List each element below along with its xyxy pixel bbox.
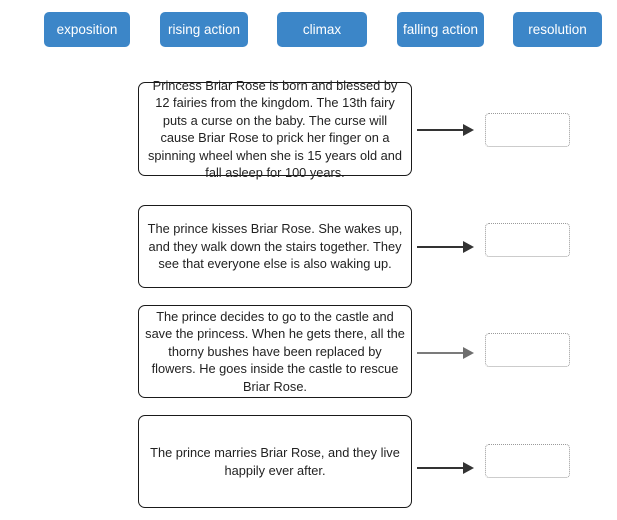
arrow-icon — [417, 240, 477, 254]
drop-target[interactable] — [485, 113, 570, 147]
arrow-shaft — [417, 467, 467, 469]
draggable-tag-rising-action[interactable]: rising action — [160, 12, 248, 47]
arrow-head — [463, 123, 474, 136]
draggable-tag-climax[interactable]: climax — [277, 12, 367, 47]
arrow-shaft — [417, 129, 467, 131]
drop-target[interactable] — [485, 444, 570, 478]
match-row: The prince kisses Briar Rose. She wakes … — [0, 205, 617, 295]
description-text: Princess Briar Rose is born and blessed … — [148, 77, 402, 181]
description-text: The prince marries Briar Rose, and they … — [150, 445, 400, 478]
match-row: The prince decides to go to the castle a… — [0, 305, 617, 405]
arrow-shaft — [417, 246, 467, 248]
match-row: The prince marries Briar Rose, and they … — [0, 415, 617, 515]
arrow-icon — [417, 123, 477, 137]
description-box: The prince decides to go to the castle a… — [138, 305, 412, 398]
description-box: The prince marries Briar Rose, and they … — [138, 415, 412, 508]
description-box: The prince kisses Briar Rose. She wakes … — [138, 205, 412, 288]
arrow-head — [463, 240, 474, 253]
arrow-head — [463, 346, 474, 359]
arrow-shaft — [417, 352, 467, 354]
draggable-tag-exposition[interactable]: exposition — [44, 12, 130, 47]
arrow-icon — [417, 346, 477, 360]
match-row: Princess Briar Rose is born and blessed … — [0, 78, 617, 182]
description-box: Princess Briar Rose is born and blessed … — [138, 78, 412, 180]
description-text: The prince kisses Briar Rose. She wakes … — [147, 221, 403, 272]
draggable-tag-resolution[interactable]: resolution — [513, 12, 602, 47]
description-text: The prince decides to go to the castle a… — [145, 308, 405, 394]
drop-target[interactable] — [485, 333, 570, 367]
draggable-tag-falling-action[interactable]: falling action — [397, 12, 484, 47]
tag-bank: exposition rising action climax falling … — [0, 0, 617, 60]
arrow-icon — [417, 461, 477, 475]
arrow-head — [463, 461, 474, 474]
drop-target[interactable] — [485, 223, 570, 257]
